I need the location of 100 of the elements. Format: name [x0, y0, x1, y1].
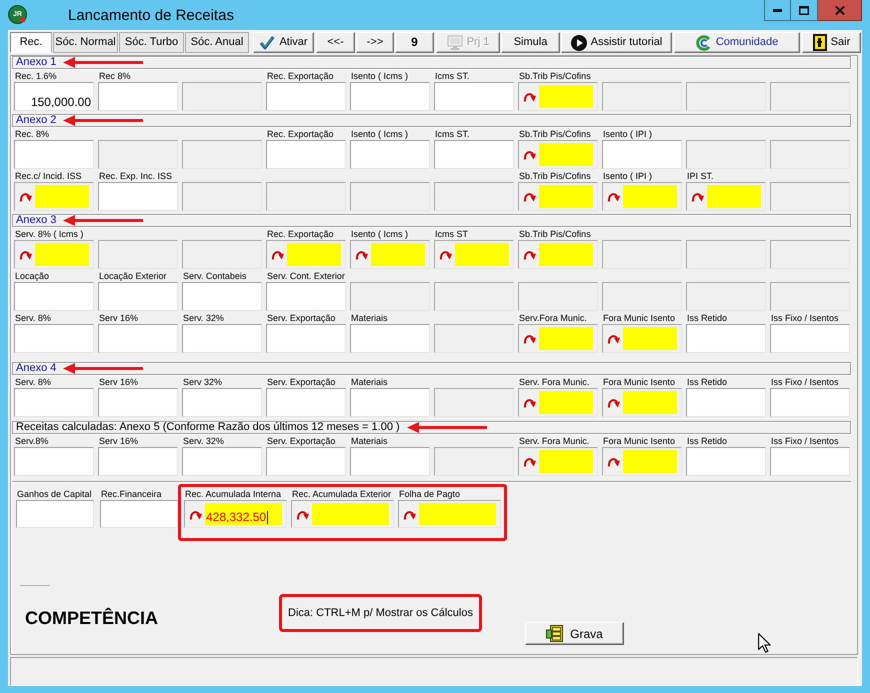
input-field[interactable]	[35, 185, 89, 208]
input-field[interactable]	[623, 450, 677, 473]
refresh-icon[interactable]	[523, 456, 536, 467]
refresh-icon[interactable]	[607, 456, 620, 467]
refresh-icon[interactable]	[189, 508, 202, 520]
input-field[interactable]	[539, 143, 593, 166]
input-field[interactable]	[98, 388, 178, 417]
toolbar-button[interactable]: Comunidade	[674, 32, 800, 53]
maximize-button[interactable]	[791, 0, 818, 21]
toolbar-button[interactable]: <<-	[316, 32, 355, 53]
field-label: Serv.8%	[14, 436, 48, 447]
refresh-icon[interactable]	[523, 91, 536, 102]
refresh-icon[interactable]	[403, 508, 416, 520]
input-field[interactable]	[539, 243, 593, 266]
input-field[interactable]	[434, 82, 514, 111]
input-field[interactable]	[100, 500, 178, 528]
tab[interactable]: Rec.	[10, 32, 52, 53]
save-button[interactable]: Grava	[525, 622, 624, 645]
input-field[interactable]	[707, 185, 761, 208]
refresh-icon[interactable]	[19, 191, 32, 202]
input-field[interactable]	[539, 450, 593, 473]
refresh-icon[interactable]	[355, 249, 368, 260]
input-field[interactable]	[539, 391, 593, 414]
tab[interactable]: Sóc. Normal	[53, 32, 118, 53]
input-field[interactable]	[182, 282, 262, 311]
input-field[interactable]	[14, 282, 94, 311]
input-field[interactable]	[14, 140, 94, 169]
input-field[interactable]	[35, 243, 89, 266]
input-field[interactable]	[350, 388, 430, 417]
input-field[interactable]	[539, 327, 593, 350]
refresh-icon[interactable]	[271, 249, 284, 260]
input-field[interactable]	[539, 185, 593, 208]
input-field[interactable]	[434, 140, 514, 169]
toolbar-button[interactable]: Simula	[501, 32, 560, 53]
refresh-icon[interactable]	[439, 249, 452, 260]
toolbar-button[interactable]: Sair	[802, 32, 861, 53]
refresh-icon[interactable]	[607, 397, 620, 408]
field-label: Rec. Acumulada Exterior	[291, 489, 392, 500]
input-field[interactable]	[14, 388, 94, 417]
refresh-icon[interactable]	[523, 333, 536, 344]
refresh-icon[interactable]	[523, 149, 536, 160]
input-field[interactable]	[98, 282, 178, 311]
input-field[interactable]: 428,332.50	[205, 503, 282, 525]
input-field[interactable]	[14, 447, 94, 476]
input-field[interactable]	[770, 447, 850, 476]
input-field[interactable]	[266, 388, 346, 417]
refresh-icon[interactable]	[691, 191, 704, 202]
field-label: Rec.Financeira	[100, 489, 162, 500]
input-field[interactable]	[539, 85, 593, 108]
refresh-icon[interactable]	[607, 333, 620, 344]
refresh-icon[interactable]	[19, 249, 32, 260]
input-field[interactable]	[98, 82, 178, 111]
input-field[interactable]	[686, 324, 766, 353]
toolbar-button[interactable]: 9	[395, 32, 434, 53]
input-field[interactable]	[16, 500, 94, 528]
input-field[interactable]	[350, 447, 430, 476]
refresh-icon[interactable]	[523, 249, 536, 260]
refresh-icon[interactable]	[296, 508, 309, 520]
input-field[interactable]	[350, 140, 430, 169]
close-button[interactable]	[818, 0, 862, 21]
input-field[interactable]	[266, 447, 346, 476]
input-field[interactable]	[623, 391, 677, 414]
input-field[interactable]	[686, 388, 766, 417]
input-field[interactable]	[623, 327, 677, 350]
input-field[interactable]	[266, 324, 346, 353]
input-field[interactable]	[623, 185, 677, 208]
tab[interactable]: Sóc. Anual	[185, 32, 249, 53]
input-field[interactable]: 150,000.00	[14, 82, 94, 111]
field-label: Iss Retido	[686, 377, 728, 388]
input-field[interactable]	[602, 140, 682, 169]
input-field[interactable]	[266, 282, 346, 311]
input-field[interactable]	[182, 388, 262, 417]
input-field[interactable]	[266, 82, 346, 111]
refresh-icon[interactable]	[607, 191, 620, 202]
input-field[interactable]	[312, 503, 389, 525]
input-field[interactable]	[770, 324, 850, 353]
input-field[interactable]	[98, 447, 178, 476]
input-field[interactable]	[182, 324, 262, 353]
toolbar-button[interactable]: Ativar	[253, 32, 314, 53]
input-field[interactable]	[98, 324, 178, 353]
input-field[interactable]	[350, 82, 430, 111]
refresh-icon[interactable]	[523, 397, 536, 408]
refresh-icon[interactable]	[523, 191, 536, 202]
minimize-button[interactable]	[764, 0, 791, 21]
input-field[interactable]	[371, 243, 425, 266]
tab[interactable]: Sóc. Turbo	[119, 32, 184, 53]
input-field[interactable]	[182, 447, 262, 476]
input-field[interactable]	[266, 140, 346, 169]
input-field[interactable]	[455, 243, 509, 266]
input-field[interactable]	[419, 503, 496, 525]
input-field[interactable]	[686, 447, 766, 476]
input-field[interactable]	[98, 182, 178, 211]
input-field[interactable]	[350, 324, 430, 353]
toolbar-button[interactable]: ->>	[356, 32, 394, 53]
input-field[interactable]	[287, 243, 341, 266]
toolbar-button[interactable]: Assistir tutorial	[561, 32, 672, 53]
field-label: Serv. 8%	[14, 313, 51, 324]
field-label: Isento ( IPI )	[602, 129, 652, 140]
input-field[interactable]	[14, 324, 94, 353]
input-field[interactable]	[770, 388, 850, 417]
